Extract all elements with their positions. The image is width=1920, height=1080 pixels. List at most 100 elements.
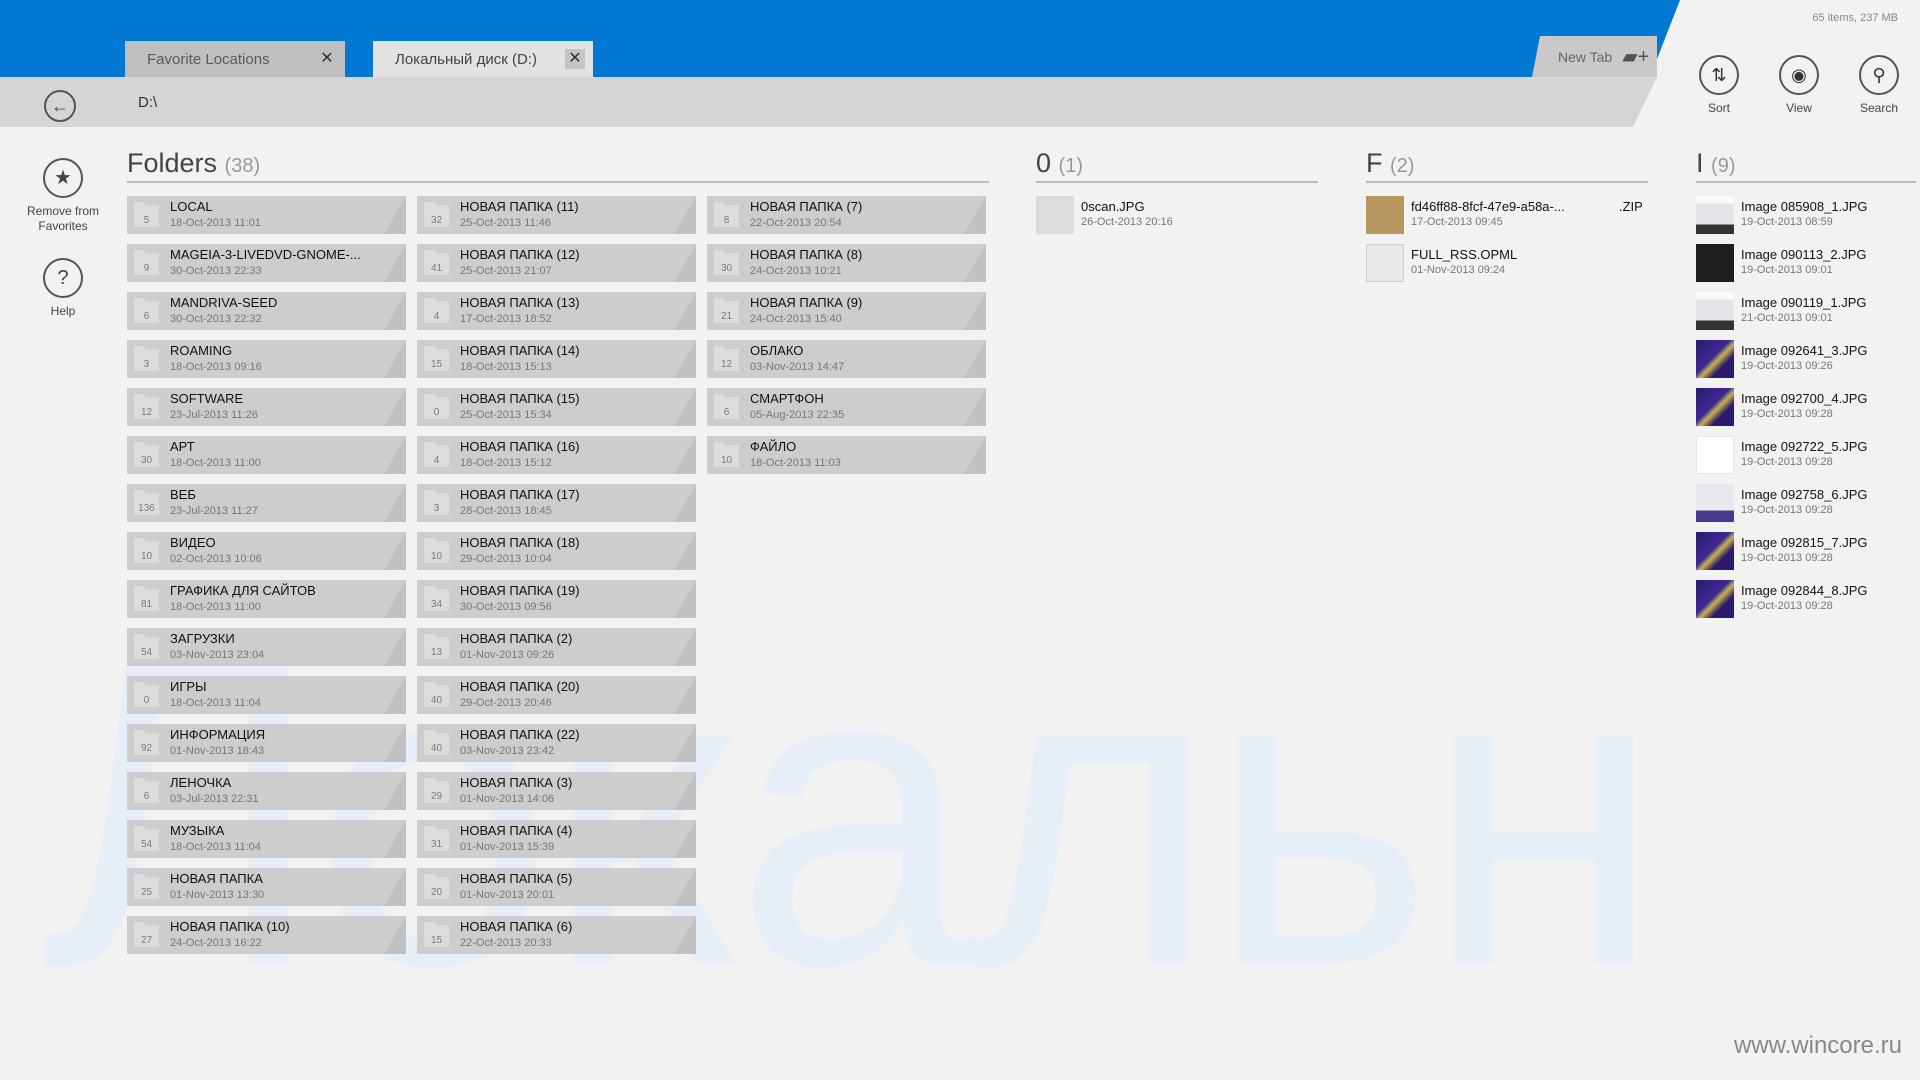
file-date: 19-Oct-2013 09:28 [1741,504,1833,516]
folder-date: 03-Nov-2013 23:42 [460,745,555,757]
folder-date: 28-Oct-2013 18:45 [460,505,552,517]
folder-tile[interactable]: 40 НОВАЯ ПАПКА (22) 03-Nov-2013 23:42 [417,724,696,762]
file-item[interactable]: Image 092722_5.JPG 19-Oct-2013 09:28 [1696,436,1920,476]
folder-date: 24-Oct-2013 15:40 [750,313,842,325]
file-item[interactable]: Image 090113_2.JPG 19-Oct-2013 09:01 [1696,244,1920,284]
folder-tile[interactable]: 92 ИНФОРМАЦИЯ 01-Nov-2013 18:43 [127,724,406,762]
file-item[interactable]: Image 092700_4.JPG 19-Oct-2013 09:28 [1696,388,1920,428]
file-name: FULL_RSS.OPML [1411,247,1518,262]
folder-icon: 31 [424,826,449,851]
help-button[interactable]: ? Help [20,258,106,319]
folder-tile[interactable]: 4 НОВАЯ ПАПКА (13) 17-Oct-2013 18:52 [417,292,696,330]
folder-tile[interactable]: 29 НОВАЯ ПАПКА (3) 01-Nov-2013 14:06 [417,772,696,810]
new-tab-label: New Tab [1558,48,1613,65]
file-thumbnail [1696,436,1734,474]
file-item[interactable]: Image 085908_1.JPG 19-Oct-2013 08:59 [1696,196,1920,236]
close-icon[interactable]: ✕ [565,49,585,69]
folder-date: 18-Oct-2013 11:04 [170,697,261,709]
file-thumbnail [1696,196,1734,234]
search-icon: ⚲ [1859,55,1899,95]
section-title: F [1366,148,1383,178]
file-item[interactable]: Image 092641_3.JPG 19-Oct-2013 09:26 [1696,340,1920,380]
file-name: fd46ff88-8fcf-47e9-a58a-... [1411,199,1565,214]
new-tab-button[interactable]: New Tab ▰+ [1532,36,1657,77]
folder-name: НОВАЯ ПАПКА (15) [460,391,580,406]
folder-tile[interactable]: 3 НОВАЯ ПАПКА (17) 28-Oct-2013 18:45 [417,484,696,522]
folder-tile[interactable]: 40 НОВАЯ ПАПКА (20) 29-Oct-2013 20:46 [417,676,696,714]
current-path: D:\ [138,94,158,111]
file-item[interactable]: Image 092758_6.JPG 19-Oct-2013 09:28 [1696,484,1920,524]
file-item[interactable]: Image 090119_1.JPG 21-Oct-2013 09:01 [1696,292,1920,332]
folder-name: ЛЕНОЧКА [170,775,232,790]
folder-icon: 10 [714,442,739,467]
tab-label: Локальный диск (D:) [395,50,537,68]
folder-tile[interactable]: 41 НОВАЯ ПАПКА (12) 25-Oct-2013 21:07 [417,244,696,282]
back-button[interactable]: ← [44,90,76,122]
folder-name: ГРАФИКА ДЛЯ САЙТОВ [170,583,316,598]
tile-background [127,532,406,570]
view-button[interactable]: ◉ View [1764,55,1834,115]
file-name: Image 092641_3.JPG [1741,343,1868,358]
search-button[interactable]: ⚲ Search [1844,55,1914,115]
file-thumbnail [1696,388,1734,426]
folder-tile[interactable]: 9 MAGEIA-3-LIVEDVD-GNOME-... 30-Oct-2013 2… [127,244,406,282]
folder-tile[interactable]: 6 MANDRIVA-SEED 30-Oct-2013 22:32 [127,292,406,330]
folder-tile[interactable]: 0 ИГРЫ 18-Oct-2013 11:04 [127,676,406,714]
file-item[interactable]: FULL_RSS.OPML 01-Nov-2013 09:24 [1366,244,1656,284]
folder-tile[interactable]: 4 НОВАЯ ПАПКА (16) 18-Oct-2013 15:12 [417,436,696,474]
folder-date: 03-Nov-2013 23:04 [170,649,265,661]
folder-tile[interactable]: 5 LOCAL 18-Oct-2013 11:01 [127,196,406,234]
folder-tile[interactable]: 21 НОВАЯ ПАПКА (9) 24-Oct-2013 15:40 [707,292,986,330]
tab-local-disk[interactable]: Локальный диск (D:) ✕ [373,41,593,77]
folder-tile[interactable]: 8 НОВАЯ ПАПКА (7) 22-Oct-2013 20:54 [707,196,986,234]
folder-tile[interactable]: 15 НОВАЯ ПАПКА (14) 18-Oct-2013 15:13 [417,340,696,378]
folder-date: 29-Oct-2013 20:46 [460,697,552,709]
file-item[interactable]: Image 092815_7.JPG 19-Oct-2013 09:28 [1696,532,1920,572]
folder-tile[interactable]: 15 НОВАЯ ПАПКА (6) 22-Oct-2013 20:33 [417,916,696,954]
folder-tile[interactable]: 30 АРТ 18-Oct-2013 11:00 [127,436,406,474]
group-0-header: 0 (1) [1036,148,1318,183]
remove-favorites-button[interactable]: ★ Remove from Favorites [20,158,106,234]
folder-tile[interactable]: 10 ФАЙЛО 18-Oct-2013 11:03 [707,436,986,474]
folder-name: НОВАЯ ПАПКА (20) [460,679,580,694]
folder-tile[interactable]: 20 НОВАЯ ПАПКА (5) 01-Nov-2013 20:01 [417,868,696,906]
folder-icon: 13 [424,634,449,659]
folder-tile[interactable]: 6 СМАРТФОН 05-Aug-2013 22:35 [707,388,986,426]
folder-tile[interactable]: 12 SOFTWARE 23-Jul-2013 11:26 [127,388,406,426]
folder-date: 29-Oct-2013 10:04 [460,553,552,565]
folder-tile[interactable]: 3 ROAMING 18-Oct-2013 09:16 [127,340,406,378]
folder-tile[interactable]: 10 НОВАЯ ПАПКА (18) 29-Oct-2013 10:04 [417,532,696,570]
folder-tile[interactable]: 54 МУЗЫКА 18-Oct-2013 11:04 [127,820,406,858]
folder-icon: 34 [424,586,449,611]
folder-icon: 6 [134,778,159,803]
folder-tile[interactable]: 0 НОВАЯ ПАПКА (15) 25-Oct-2013 15:34 [417,388,696,426]
folder-tile[interactable]: 81 ГРАФИКА ДЛЯ САЙТОВ 18-Oct-2013 11:00 [127,580,406,618]
folder-tile[interactable]: 25 НОВАЯ ПАПКА 01-Nov-2013 13:30 [127,868,406,906]
folder-tile[interactable]: 31 НОВАЯ ПАПКА (4) 01-Nov-2013 15:39 [417,820,696,858]
folder-tile[interactable]: 136 ВЕБ 23-Jul-2013 11:27 [127,484,406,522]
folder-date: 05-Aug-2013 22:35 [750,409,845,421]
folder-icon: 10 [134,538,159,563]
file-date: 19-Oct-2013 09:28 [1741,600,1833,612]
folder-tile[interactable]: 34 НОВАЯ ПАПКА (19) 30-Oct-2013 09:56 [417,580,696,618]
folder-tile[interactable]: 12 ОБЛАКО 03-Nov-2013 14:47 [707,340,986,378]
file-item[interactable]: fd46ff88-8fcf-47e9-a58a-... 17-Oct-2013 0… [1366,196,1656,236]
folder-tile[interactable]: 30 НОВАЯ ПАПКА (8) 24-Oct-2013 10:21 [707,244,986,282]
folder-tile[interactable]: 27 НОВАЯ ПАПКА (10) 24-Oct-2013 16:22 [127,916,406,954]
close-icon[interactable]: ✕ [317,49,337,69]
folder-tile[interactable]: 32 НОВАЯ ПАПКА (11) 25-Oct-2013 11:46 [417,196,696,234]
folder-date: 18-Oct-2013 11:00 [170,457,261,469]
folder-tile[interactable]: 10 ВИДЕО 02-Oct-2013 10:06 [127,532,406,570]
file-thumbnail [1696,580,1734,618]
file-item[interactable]: Image 092844_8.JPG 19-Oct-2013 09:28 [1696,580,1920,620]
folder-icon: 40 [424,730,449,755]
file-item[interactable]: 0scan.JPG 26-Oct-2013 20:16 [1036,196,1326,236]
folder-name: НОВАЯ ПАПКА (19) [460,583,580,598]
folder-tile[interactable]: 6 ЛЕНОЧКА 03-Jul-2013 22:31 [127,772,406,810]
arrow-left-icon: ← [51,95,69,116]
folder-tile[interactable]: 54 ЗАГРУЗКИ 03-Nov-2013 23:04 [127,628,406,666]
search-label: Search [1859,101,1899,115]
tab-favorite-locations[interactable]: Favorite Locations ✕ [125,41,345,77]
sort-button[interactable]: ⇅ Sort [1684,55,1754,115]
folder-tile[interactable]: 13 НОВАЯ ПАПКА (2) 01-Nov-2013 09:26 [417,628,696,666]
